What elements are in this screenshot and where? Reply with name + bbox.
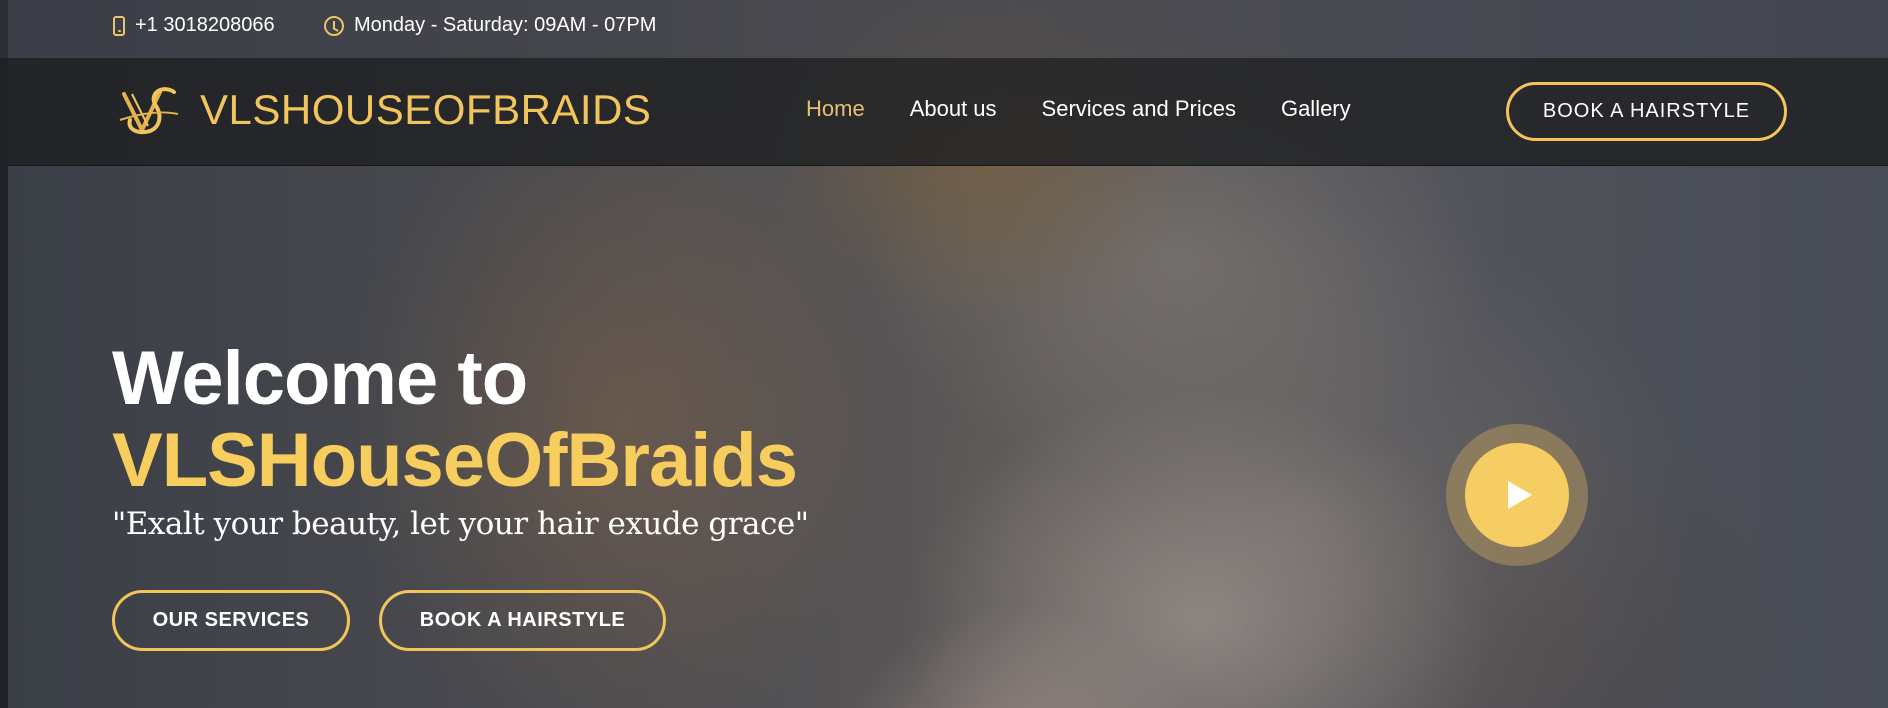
topbar-phone[interactable]: +1 3018208066 <box>113 14 275 37</box>
main-navbar: VLSHOUSEOFBRAIDS Home About us Services … <box>8 58 1888 166</box>
clock-icon <box>324 15 344 36</box>
our-services-button[interactable]: OUR SERVICES <box>112 590 350 651</box>
hero-tagline: "Exalt your beauty, let your hair exude … <box>112 506 809 542</box>
hero-title-welcome: Welcome to <box>112 336 528 421</box>
nav-about-us[interactable]: About us <box>910 96 997 122</box>
play-video-button[interactable] <box>1446 424 1588 566</box>
page-left-edge <box>0 0 8 708</box>
topbar-hours: Monday - Saturday: 09AM - 07PM <box>324 14 656 37</box>
book-hairstyle-header-button[interactable]: BOOK A HAIRSTYLE <box>1506 82 1787 141</box>
phone-number: +1 3018208066 <box>135 14 275 36</box>
nav-services-and-prices[interactable]: Services and Prices <box>1042 96 1236 122</box>
phone-icon <box>113 15 125 36</box>
play-icon <box>1508 481 1532 509</box>
book-hairstyle-hero-button[interactable]: BOOK A HAIRSTYLE <box>379 590 666 651</box>
logo-monogram-icon <box>119 87 179 135</box>
opening-hours: Monday - Saturday: 09AM - 07PM <box>354 14 657 36</box>
nav-gallery[interactable]: Gallery <box>1281 96 1351 122</box>
site-logo[interactable]: VLSHOUSEOFBRAIDS <box>118 80 651 140</box>
hero-title-brand: VLSHouseOfBraids <box>112 418 798 503</box>
primary-nav: Home About us Services and Prices Galler… <box>806 96 1396 122</box>
play-button-core <box>1465 443 1569 547</box>
logo-text: VLSHOUSEOFBRAIDS <box>200 86 652 133</box>
top-info-bar: +1 3018208066 Monday - Saturday: 09AM - … <box>0 0 1888 58</box>
nav-home[interactable]: Home <box>806 96 865 122</box>
